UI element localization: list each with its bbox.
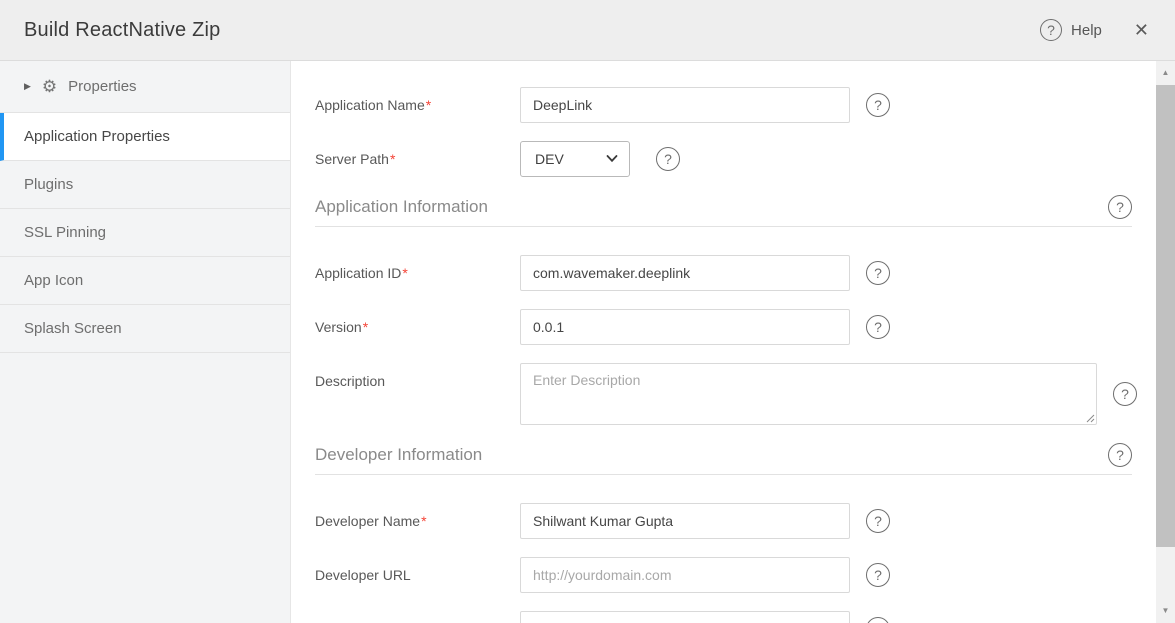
sidebar-item-app-icon[interactable]: App Icon [0,257,290,305]
required-asterisk: * [421,513,426,529]
application-name-input[interactable] [520,87,850,123]
dialog-title: Build ReactNative Zip [24,19,221,42]
sidebar-item-plugins[interactable]: Plugins [0,161,290,209]
field-label-text: Version [315,319,362,335]
application-id-label: Application ID* [315,265,520,281]
version-label: Version* [315,319,520,335]
developer-url-input[interactable] [520,557,850,593]
help-icon[interactable]: ? [866,563,890,587]
sidebar-item-properties[interactable]: ▶ ⚙ Properties [0,61,290,113]
help-button[interactable]: ? Help [1040,19,1102,41]
vertical-scrollbar[interactable]: ▲ ▼ [1156,61,1175,623]
sidebar-item-label: SSL Pinning [24,224,106,241]
field-label-text: Application Name [315,97,425,113]
help-icon: ? [1040,19,1062,41]
chevron-down-icon [606,155,618,163]
gear-icon: ⚙ [42,78,57,95]
help-icon[interactable]: ? [866,315,890,339]
application-name-label: Application Name* [315,97,520,113]
developer-email-row: Developer Email* ? [315,611,1132,623]
field-label-text: Description [315,373,385,389]
sidebar: ▶ ⚙ Properties Application Properties Pl… [0,61,291,623]
required-asterisk: * [402,265,407,281]
help-icon[interactable]: ? [866,509,890,533]
help-icon[interactable]: ? [866,93,890,117]
field-label-text: Application ID [315,265,401,281]
application-information-section-header: Application Information ? [315,195,1132,227]
scroll-up-arrow-icon[interactable]: ▲ [1156,64,1175,82]
sidebar-item-label: App Icon [24,272,83,289]
header-actions: ? Help ✕ [1040,19,1149,41]
sidebar-item-ssl-pinning[interactable]: SSL Pinning [0,209,290,257]
field-label-text: Developer Name [315,513,420,529]
description-row: Description ? [315,363,1132,425]
help-icon[interactable]: ? [1108,443,1132,467]
scrollbar-thumb[interactable] [1156,85,1175,547]
application-properties-form: Application Name* ? Server Path* DEV ? A… [291,61,1156,623]
description-field-wrap [520,363,1097,425]
developer-name-row: Developer Name* ? [315,503,1132,539]
help-icon[interactable]: ? [1108,195,1132,219]
developer-url-row: Developer URL ? [315,557,1132,593]
scroll-down-arrow-icon[interactable]: ▼ [1156,602,1175,620]
description-textarea[interactable] [520,363,1097,425]
expand-arrow-icon[interactable]: ▶ [24,81,31,92]
field-label-text: Developer URL [315,567,411,583]
required-asterisk: * [363,319,368,335]
sidebar-item-label: Application Properties [24,128,170,145]
application-id-input[interactable] [520,255,850,291]
section-title: Application Information [315,197,488,217]
close-icon[interactable]: ✕ [1134,21,1149,39]
developer-name-input[interactable] [520,503,850,539]
sidebar-item-label: Plugins [24,176,73,193]
sidebar-item-label: Splash Screen [24,320,122,337]
help-icon[interactable]: ? [656,147,680,171]
server-path-select[interactable]: DEV [520,141,630,177]
developer-name-label: Developer Name* [315,513,520,529]
selected-option: DEV [535,151,564,167]
server-path-label: Server Path* [315,151,520,167]
developer-email-input[interactable] [520,611,850,623]
build-reactnative-zip-dialog: Build ReactNative Zip ? Help ✕ ▶ ⚙ Prope… [0,0,1175,623]
required-asterisk: * [390,151,395,167]
application-name-row: Application Name* ? [315,87,1132,123]
developer-information-section-header: Developer Information ? [315,443,1132,475]
sidebar-item-splash-screen[interactable]: Splash Screen [0,305,290,353]
sidebar-item-label: Properties [68,78,136,95]
dialog-body: ▶ ⚙ Properties Application Properties Pl… [0,61,1175,623]
help-icon[interactable]: ? [1113,382,1137,406]
description-label: Description [315,363,520,389]
help-icon[interactable]: ? [866,617,890,623]
field-label-text: Server Path [315,151,389,167]
version-row: Version* ? [315,309,1132,345]
section-title: Developer Information [315,445,482,465]
help-label: Help [1071,22,1102,39]
resize-grip-icon[interactable] [1085,413,1095,423]
help-icon[interactable]: ? [866,261,890,285]
server-path-row: Server Path* DEV ? [315,141,1132,177]
dialog-header: Build ReactNative Zip ? Help ✕ [0,0,1175,61]
application-id-row: Application ID* ? [315,255,1132,291]
required-asterisk: * [426,97,431,113]
developer-url-label: Developer URL [315,567,520,583]
version-input[interactable] [520,309,850,345]
sidebar-item-application-properties[interactable]: Application Properties [0,113,290,161]
